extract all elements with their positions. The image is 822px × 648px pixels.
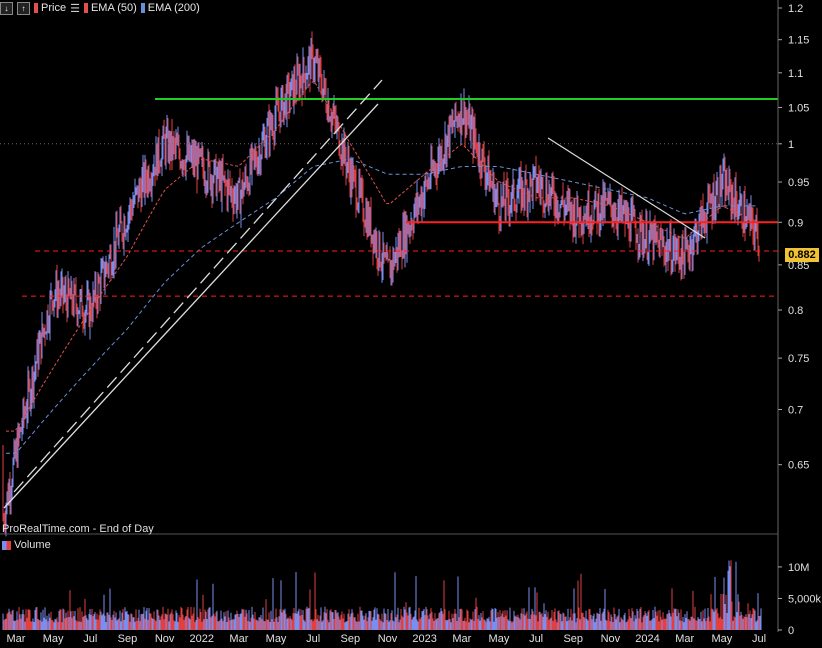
price-tick-label: 1.2	[788, 3, 803, 15]
time-tick-label: Nov	[378, 633, 398, 645]
time-tick-label: Mar	[229, 633, 248, 645]
time-tick-label: 2022	[190, 633, 214, 645]
price-tick-label: 1.05	[788, 102, 809, 114]
time-tick-label: May	[43, 633, 64, 645]
price-tick-label: 0.9	[788, 217, 803, 229]
time-tick-label: Jul	[306, 633, 320, 645]
ema200-line	[6, 158, 758, 454]
chart-window: 1.2 1.15 1.1 1.05 1 0.95 0.9 0.85 0.8 0.75 0.7 0.65…	[0, 0, 822, 648]
volume-tick-label: 0	[788, 625, 794, 637]
price-tick-label: 1	[788, 139, 794, 151]
time-tick-label: May	[489, 633, 510, 645]
price-tick-label: 0.95	[788, 177, 809, 189]
legend-settings-icon[interactable]: ☰	[70, 2, 80, 15]
time-tick-label: 2024	[635, 633, 659, 645]
legend-price[interactable]: Price	[34, 2, 66, 14]
legend-ema50[interactable]: EMA (50)	[83, 2, 137, 14]
price-axis: 1.21.151.11.0510.950.90.850.80.750.70.65	[777, 0, 809, 632]
legend-ema200[interactable]: EMA (200)	[140, 2, 200, 14]
time-tick-label: Mar	[7, 633, 26, 645]
price-tick-label: 1.15	[788, 35, 809, 47]
time-tick-label: Nov	[601, 633, 621, 645]
time-tick-label: Jul	[83, 633, 97, 645]
chart-header: ↓ ↑ Price ☰ EMA (50) EMA (200)	[0, 0, 200, 16]
time-tick-label: Mar	[452, 633, 471, 645]
volume-bars	[2, 560, 762, 630]
time-tick-label: Jul	[529, 633, 543, 645]
price-tick-label: 0.65	[788, 460, 809, 472]
time-tick-label: Jul	[752, 633, 766, 645]
last-price-tag: 0.882	[785, 248, 819, 262]
zoom-out-icon[interactable]: ↓	[0, 1, 13, 15]
time-tick-label: Mar	[675, 633, 694, 645]
volume-title: Volume	[2, 539, 51, 551]
time-tick-label: May	[266, 633, 287, 645]
price-candles	[2, 31, 760, 537]
price-tick-label: 0.7	[788, 404, 803, 416]
chart-overlays	[0, 79, 778, 509]
time-tick-label: Sep	[341, 633, 361, 645]
time-tick-label: 2023	[412, 633, 436, 645]
source-label: ProRealTime.com - End of Day	[2, 523, 154, 535]
time-tick-label: Sep	[563, 633, 583, 645]
volume-tick-label: 5,000k	[788, 593, 822, 605]
volume-legend-icon	[2, 540, 11, 550]
zoom-in-icon[interactable]: ↑	[17, 1, 30, 15]
time-tick-label: Nov	[155, 633, 175, 645]
price-tick-label: 1.1	[788, 68, 803, 80]
time-tick-label: May	[711, 633, 732, 645]
volume-tick-label: 10M	[788, 562, 809, 574]
price-chart[interactable]: 1.21.151.11.0510.950.90.850.80.750.70.65…	[0, 0, 822, 648]
time-tick-label: Sep	[118, 633, 138, 645]
price-tick-label: 0.8	[788, 305, 803, 317]
price-tick-label: 0.75	[788, 353, 809, 365]
volume-axis: 10M 5,000k 0	[778, 562, 822, 637]
